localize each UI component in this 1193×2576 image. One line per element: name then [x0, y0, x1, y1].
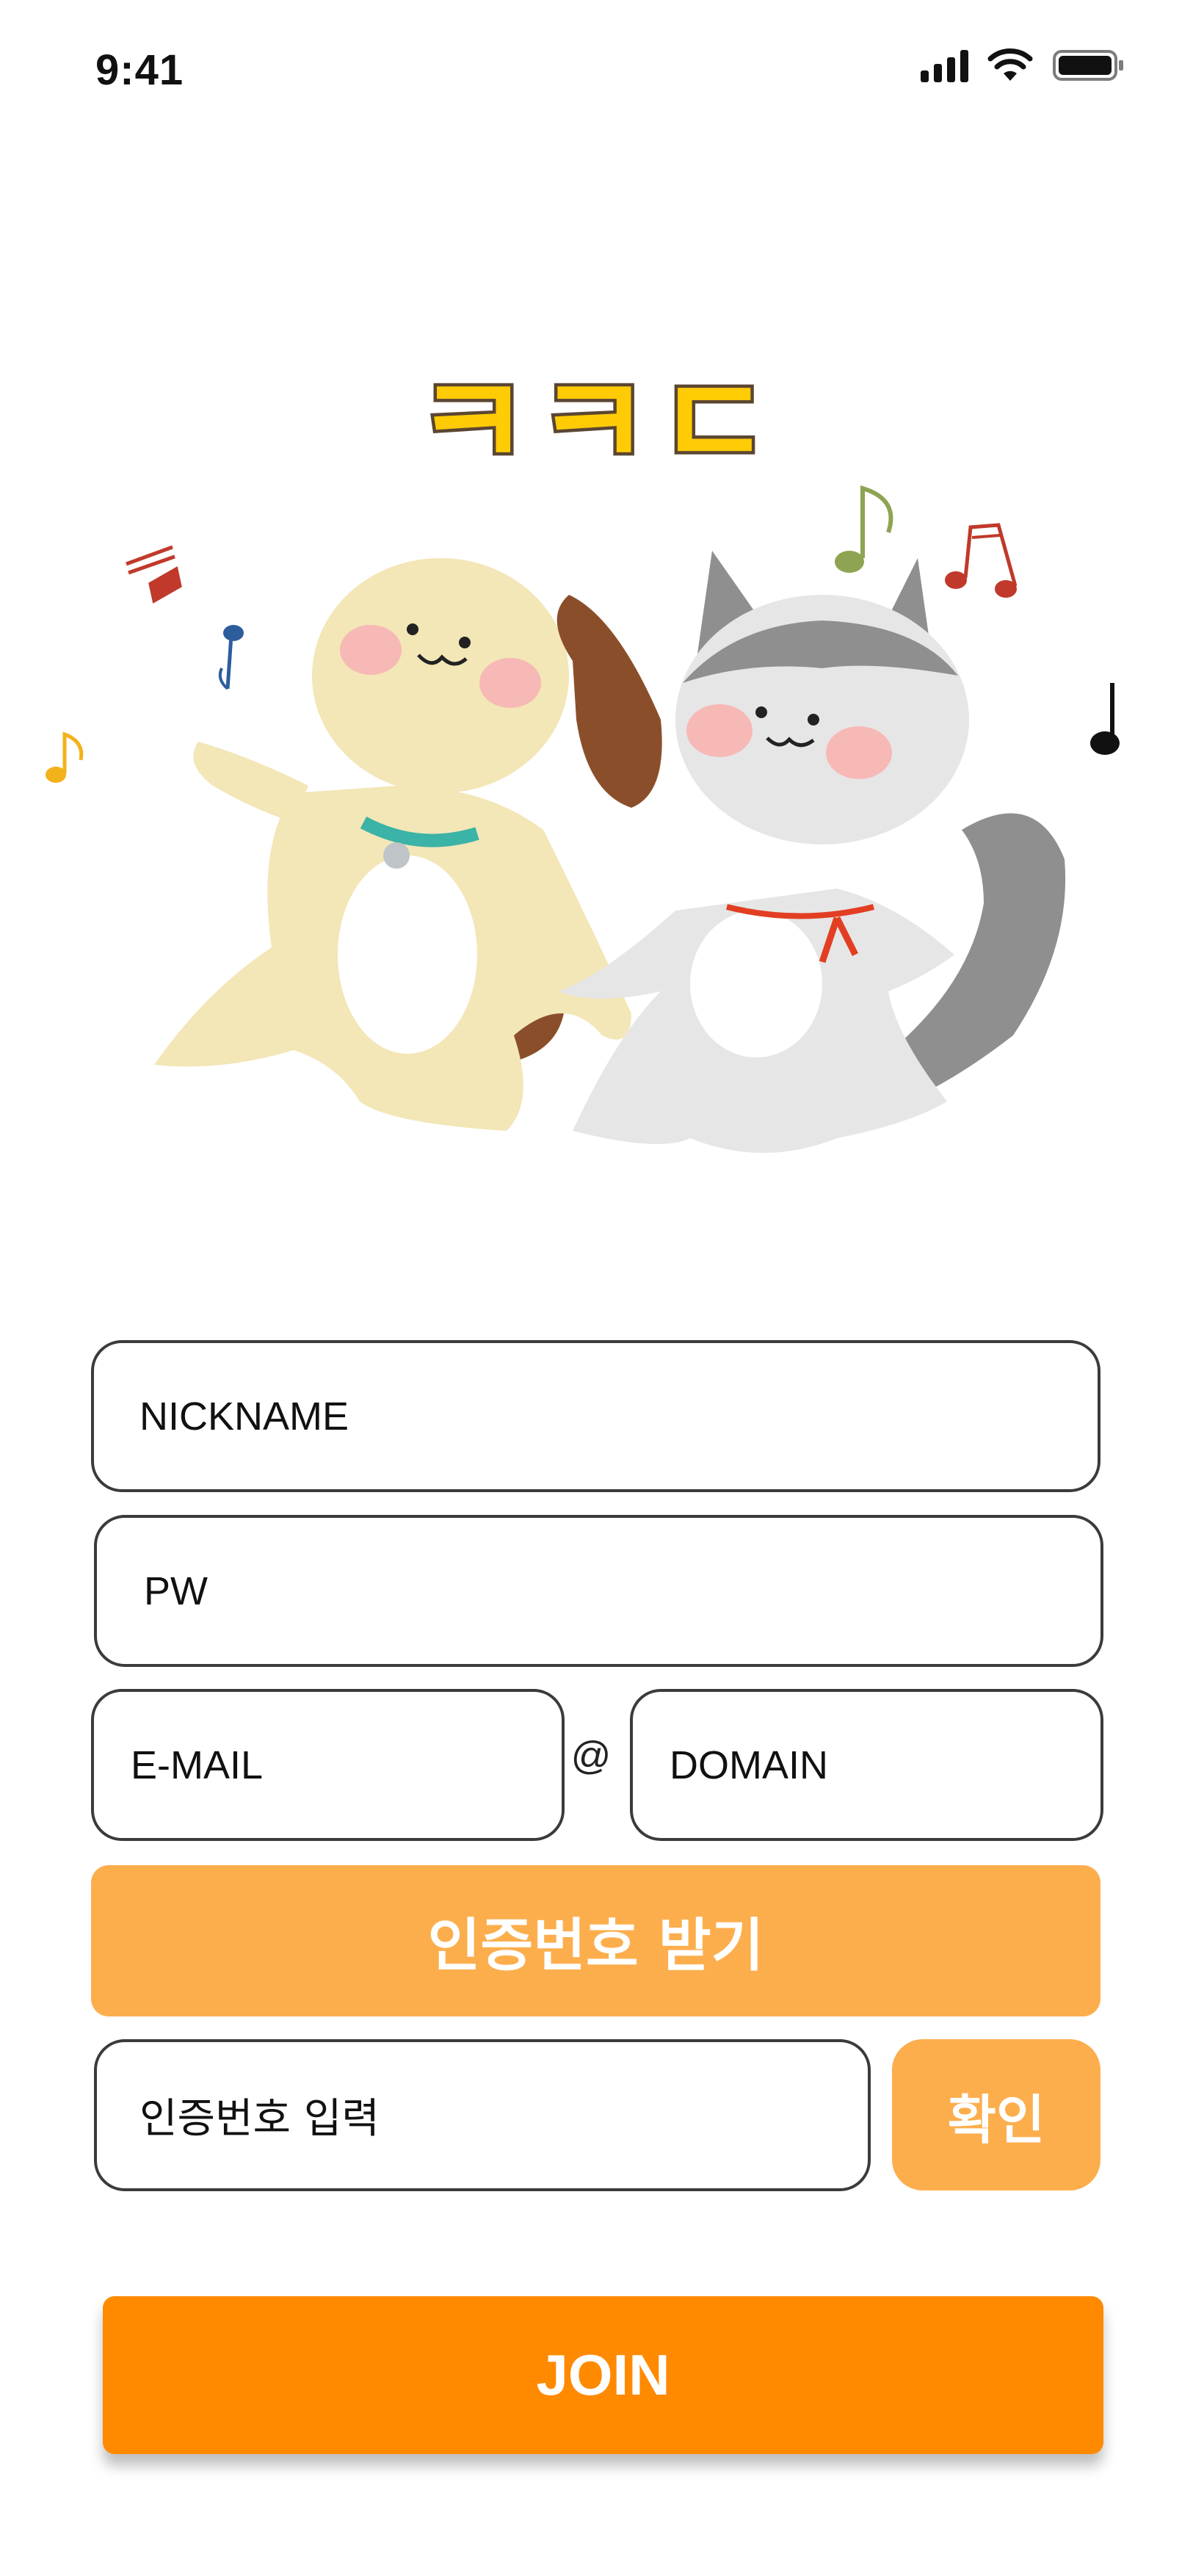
domain-input[interactable]: DOMAIN	[630, 1689, 1103, 1841]
logo-text: ㅋㅋㄷ	[415, 351, 777, 492]
at-sign: @	[570, 1734, 612, 1778]
domain-placeholder: DOMAIN	[670, 1743, 828, 1787]
cat-illustration	[558, 551, 1066, 1153]
nickname-placeholder: NICKNAME	[139, 1394, 349, 1439]
cellular-signal-icon	[921, 48, 968, 82]
battery-icon	[1053, 50, 1123, 81]
music-note-icon	[46, 731, 84, 783]
confirm-code-button[interactable]: 확인	[892, 2039, 1100, 2190]
status-time: 9:41	[95, 46, 184, 94]
wifi-icon	[987, 48, 1033, 81]
join-button[interactable]: JOIN	[103, 2296, 1103, 2454]
verification-code-input[interactable]: 인증번호 입력	[94, 2039, 871, 2191]
music-note-icon	[126, 545, 182, 604]
music-note-icon	[218, 625, 244, 690]
nickname-input[interactable]: NICKNAME	[91, 1340, 1100, 1492]
music-note-icon	[1090, 683, 1120, 755]
dog-and-cat-illustration	[46, 485, 1120, 1153]
status-bar: 9:41	[0, 0, 1193, 147]
password-placeholder: PW	[144, 1569, 208, 1613]
verification-code-placeholder: 인증번호 입력	[139, 2095, 380, 2143]
music-note-icon	[945, 523, 1018, 598]
email-placeholder: E-MAIL	[131, 1743, 264, 1787]
music-note-icon	[835, 485, 893, 573]
email-input[interactable]: E-MAIL	[91, 1689, 565, 1841]
app-logo: ㅋㅋㄷ	[412, 348, 777, 493]
status-icons	[921, 48, 1125, 82]
password-input[interactable]: PW	[94, 1515, 1103, 1667]
request-code-button[interactable]: 인증번호 받기	[91, 1865, 1100, 2016]
